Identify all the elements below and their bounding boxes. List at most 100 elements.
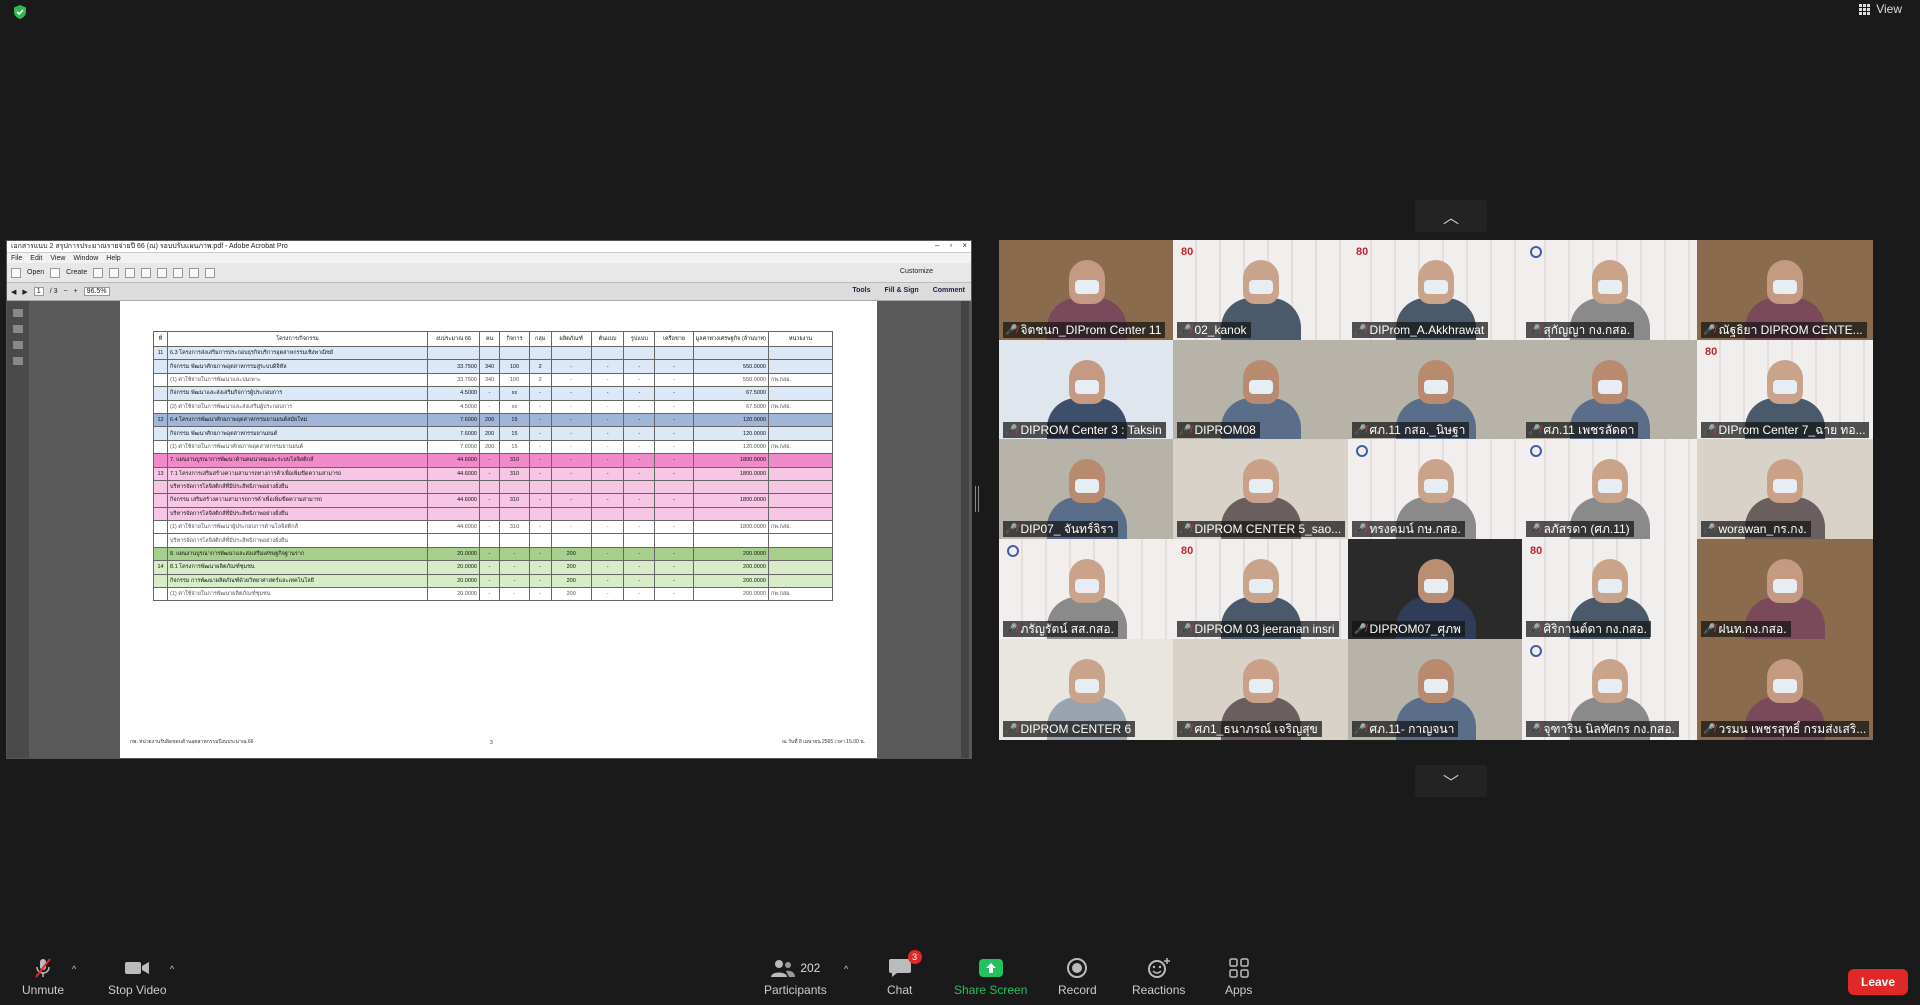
- participant-name-label: 🎤̸ ศภ.11 เพชรลัดดา: [1526, 422, 1639, 438]
- page-total: / 3: [49, 288, 58, 295]
- pages-thumbnail-icon[interactable]: [13, 309, 23, 317]
- zoom-level-input[interactable]: 96.5%: [83, 287, 110, 296]
- open-button[interactable]: Open: [27, 269, 44, 276]
- participant-tile[interactable]: 🎤̸ ศภ.11 กสอ._นิษฐา: [1348, 340, 1524, 441]
- comment-bubble-icon[interactable]: [173, 267, 184, 278]
- page-number-input[interactable]: 1: [33, 287, 44, 296]
- edit-icon[interactable]: [125, 267, 136, 278]
- participant-tile[interactable]: 🎤̸ DIPROM CENTER 6: [999, 639, 1175, 740]
- diprom-logo-icon: [1356, 445, 1368, 457]
- video-options-caret-icon[interactable]: ^: [170, 964, 174, 974]
- unmute-button[interactable]: Unmute: [22, 956, 64, 997]
- face-mask: [1075, 380, 1099, 394]
- participant-tile[interactable]: 🎤̸ ณัฐธิยา DIPROM CENTE...: [1697, 240, 1873, 341]
- table-cell: 12: [153, 412, 168, 428]
- participant-tile[interactable]: 80 🎤̸ DIProm_A.Akkhrawat: [1348, 240, 1524, 341]
- participant-tile[interactable]: 🎤̸ DIPROM Center 3 : Taksin: [999, 340, 1175, 441]
- participant-tile[interactable]: 🎤̸ DIPROM08: [1173, 340, 1349, 441]
- participants-options-caret-icon[interactable]: ^: [844, 964, 848, 974]
- email-icon[interactable]: [141, 267, 152, 278]
- participant-tile[interactable]: 🎤̸ worawan_กร.กง.: [1697, 439, 1873, 540]
- maximize-icon[interactable]: ▫: [949, 241, 952, 250]
- participant-tile[interactable]: 🎤̸ DIP07_ จันทร์จิรา: [999, 439, 1175, 540]
- minimize-icon[interactable]: –: [935, 241, 939, 250]
- table-cell: 4.5000: [427, 399, 480, 414]
- settings-icon[interactable]: [157, 267, 168, 278]
- audio-options-caret-icon[interactable]: ^: [72, 964, 76, 974]
- table-cell: [153, 520, 168, 535]
- participant-tile[interactable]: 🎤̸ ศภ.11 เพชรลัดดา: [1522, 340, 1698, 441]
- participant-tile[interactable]: 80 🎤̸ 02_kanok: [1173, 240, 1349, 341]
- bookmarks-icon[interactable]: [13, 325, 23, 333]
- participant-name: worawan_กร.กง.: [1718, 521, 1807, 536]
- participant-tile[interactable]: 🎤̸ ศภ1_ธนาภรณ์ เจริญสุข: [1173, 639, 1349, 740]
- comment-tab[interactable]: Comment: [933, 287, 965, 294]
- stamp-icon[interactable]: [189, 267, 200, 278]
- apps-button[interactable]: Apps: [1225, 956, 1252, 997]
- participant-tile[interactable]: 🎤̸ จุฑาริน นิลทัศกร กง.กสอ.: [1522, 639, 1698, 740]
- participant-tile[interactable]: 🎤̸ DIPROM CENTER 5_sao...: [1173, 439, 1349, 540]
- share-screen-button[interactable]: Share Screen: [954, 956, 1027, 997]
- participant-tile[interactable]: 🎤̸ วรมน เพชรสุทธิ์ กรมส่งเสริ...: [1697, 639, 1873, 740]
- participant-tile[interactable]: 🎤̸ ลภัสรดา (ศภ.11): [1522, 439, 1698, 540]
- table-cell: -: [654, 453, 694, 468]
- table-cell: -: [590, 573, 625, 589]
- participant-tile[interactable]: 🎤̸ DIPROM07_ศุภพ: [1348, 539, 1524, 640]
- signatures-icon[interactable]: [13, 357, 23, 365]
- participant-tile[interactable]: 🎤̸ สุกัญญา กง.กสอ.: [1522, 240, 1698, 341]
- participant-tile[interactable]: 🎤̸ ทรงคมน์ กษ.กสอ.: [1348, 439, 1524, 540]
- print-icon[interactable]: [109, 267, 120, 278]
- face-mask: [1773, 280, 1797, 294]
- participant-tile[interactable]: 🎤̸ ฝนท.กง.กสอ.: [1697, 539, 1873, 640]
- table-cell: 310: [499, 520, 530, 535]
- stop-video-button[interactable]: Stop Video: [108, 956, 167, 997]
- menu-file[interactable]: File: [11, 255, 22, 262]
- customize-dropdown[interactable]: Customize: [900, 268, 933, 275]
- col-no: ที่: [153, 331, 168, 347]
- muted-mic-icon: 🎤̸: [1528, 324, 1541, 336]
- gallery-page-up-button[interactable]: ︿: [1415, 200, 1487, 232]
- attach-icon[interactable]: [205, 267, 216, 278]
- participant-tile[interactable]: 🎤̸ จิตชนก_DIProm Center 11: [999, 240, 1175, 341]
- zoom-in-icon[interactable]: +: [74, 288, 78, 295]
- participant-tile[interactable]: 🎤̸ ศภ.11- กาญจนา: [1348, 639, 1524, 740]
- gallery-page-down-button[interactable]: ﹀: [1415, 765, 1487, 797]
- participant-tile[interactable]: 80 🎤̸ DIPROM 03 jeeranan insri: [1173, 539, 1349, 640]
- attachments-icon[interactable]: [13, 341, 23, 349]
- zoom-out-icon[interactable]: −: [63, 288, 67, 295]
- next-page-icon[interactable]: ▶: [22, 288, 27, 296]
- menu-view[interactable]: View: [50, 255, 65, 262]
- reactions-button[interactable]: Reactions: [1132, 956, 1185, 997]
- page-footer-left: กพ. หน่วยงานรับผิดชอบด้านอุตสาหกรรมปีงบป…: [130, 739, 254, 745]
- tools-tab[interactable]: Tools: [852, 287, 870, 294]
- encryption-shield-icon[interactable]: [12, 4, 28, 20]
- save-icon[interactable]: [93, 267, 104, 278]
- view-button[interactable]: View: [1859, 2, 1902, 16]
- split-view-divider[interactable]: [975, 486, 979, 512]
- record-button[interactable]: Record: [1058, 956, 1097, 997]
- face-mask: [1598, 679, 1622, 693]
- leave-button[interactable]: Leave: [1848, 969, 1908, 995]
- participant-tile[interactable]: 🎤̸ ภรัญรัตน์ สส.กสอ.: [999, 539, 1175, 640]
- table-cell: -: [478, 453, 501, 468]
- table-cell: [768, 345, 833, 361]
- participants-button[interactable]: 202 Participants: [764, 956, 827, 997]
- chat-button[interactable]: 3 Chat: [887, 950, 922, 997]
- table-cell: 2: [528, 359, 552, 374]
- menu-edit[interactable]: Edit: [30, 255, 42, 262]
- participant-tile[interactable]: 80 🎤̸ ศิริกานต์ดา กง.กสอ.: [1522, 539, 1698, 640]
- menu-help[interactable]: Help: [106, 255, 120, 262]
- vertical-scrollbar[interactable]: [961, 301, 969, 758]
- fill-sign-tab[interactable]: Fill & Sign: [884, 287, 918, 294]
- participant-tile[interactable]: 80 🎤̸ DIProm Center 7_ฉาย ทอ...: [1697, 340, 1873, 441]
- prev-page-icon[interactable]: ◀: [11, 288, 16, 296]
- create-button[interactable]: Create: [66, 269, 87, 276]
- shared-screen[interactable]: เอกสารแนบ 2 สรุปการประมาณรายจ่ายปี 66 (ณ…: [6, 240, 972, 759]
- table-cell: -: [654, 426, 694, 441]
- table-cell: 7.6000: [427, 426, 480, 441]
- face-mask: [1075, 579, 1099, 593]
- menu-window[interactable]: Window: [73, 255, 98, 262]
- table-cell: [499, 479, 530, 495]
- table-cell: 200.0000: [692, 587, 770, 602]
- close-icon[interactable]: ×: [962, 241, 967, 250]
